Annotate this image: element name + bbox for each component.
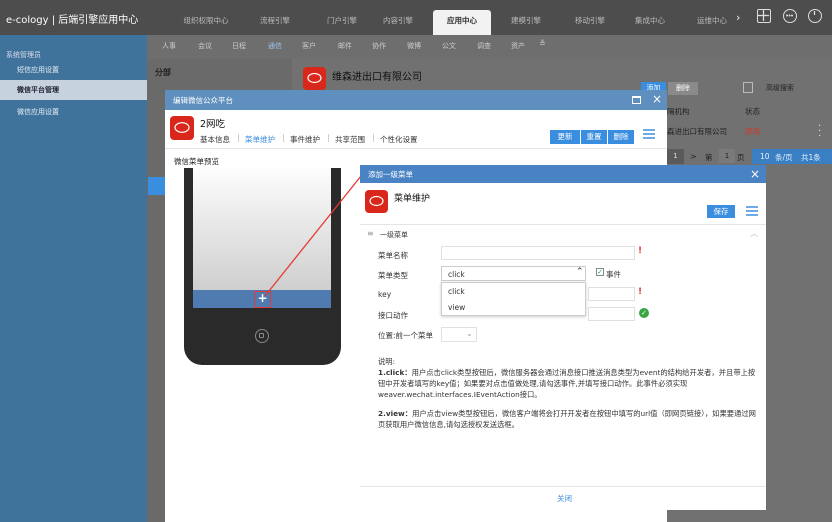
collapse-icon[interactable]: ︿	[750, 228, 758, 239]
close-button[interactable]: 关闭	[557, 493, 572, 504]
divider	[360, 224, 766, 225]
section-title: 一级菜单	[380, 231, 408, 239]
menu-heading: 菜单维护	[394, 194, 431, 204]
description-title: 说明:	[378, 357, 396, 366]
close-icon[interactable]: ×	[750, 166, 760, 182]
required-icon: !	[638, 246, 643, 256]
list-menu-icon[interactable]	[745, 204, 759, 218]
position-label: 位置:前一个菜单	[378, 331, 434, 340]
menu-name-input[interactable]	[441, 246, 635, 260]
divider	[360, 486, 766, 487]
action-label: 接口动作	[378, 311, 408, 320]
required-icon: !	[638, 287, 643, 297]
menu-logo-icon	[365, 190, 388, 213]
description-click: 1.click：用户点击click类型按钮后，微信服务器会通过消息接口推送消息类…	[378, 368, 756, 399]
dropdown-option-click[interactable]: click	[448, 287, 465, 296]
add-menu-dialog-title: 添加一级菜单	[368, 170, 413, 179]
check-icon[interactable]: ✓	[639, 308, 649, 318]
action-input[interactable]	[588, 307, 635, 321]
chevron-up-icon[interactable]: ⌃	[576, 267, 584, 277]
type-label: 菜单类型	[378, 271, 408, 280]
key-label: key	[378, 290, 392, 299]
name-label: 菜单名称	[378, 251, 408, 260]
save-button[interactable]: 保存	[707, 205, 735, 218]
menu-type-value: click	[448, 270, 465, 279]
section-menu-icon: ≡	[367, 229, 374, 238]
key-input[interactable]	[588, 287, 635, 301]
description-view: 2.view：用户点击view类型按钮后，微信客户端将会打开开发者在按钮中填写的…	[378, 409, 756, 429]
event-label: 事件	[606, 270, 621, 279]
chevron-down-icon[interactable]: ⌄	[466, 329, 473, 338]
event-checkbox[interactable]: ✓	[596, 268, 604, 276]
dropdown-option-view[interactable]: view	[448, 303, 465, 312]
add-menu-dialog-header	[360, 165, 766, 183]
